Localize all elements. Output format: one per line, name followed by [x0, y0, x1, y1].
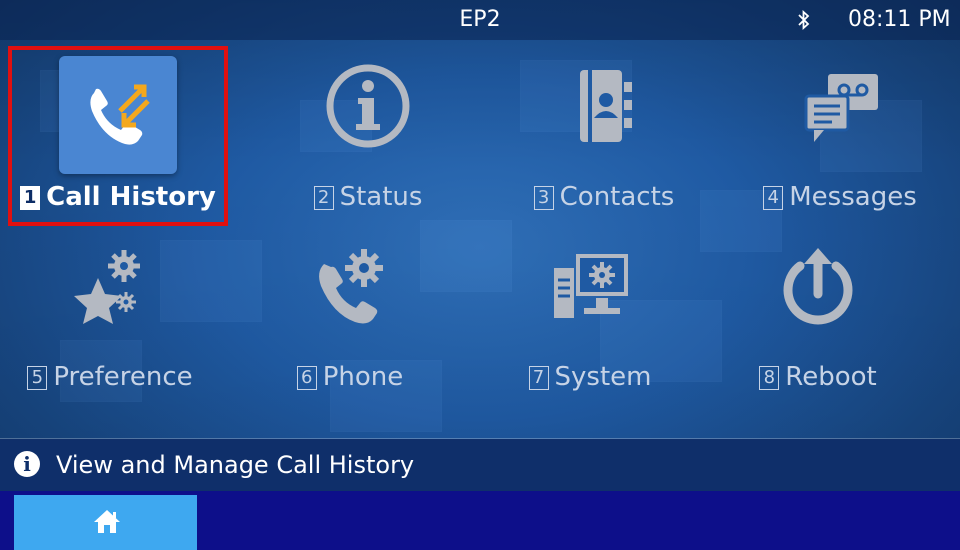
menu-item-messages[interactable]: 4 Messages [730, 46, 950, 226]
menu-label: 2 Status [258, 182, 478, 212]
menu-label: 5 Preference [0, 362, 220, 392]
menu-label: 1 Call History [8, 182, 228, 212]
menu-item-preference[interactable]: 5 Preference [0, 226, 220, 406]
menu-item-reboot[interactable]: 8 Reboot [708, 226, 928, 406]
menu-label: 4 Messages [730, 182, 950, 212]
menu-item-phone[interactable]: 6 Phone [240, 226, 460, 406]
contacts-book-icon [556, 58, 652, 154]
info-bar: View and Manage Call History [0, 439, 960, 491]
menu-label: 3 Contacts [494, 182, 714, 212]
menu-item-call-history[interactable]: 1 Call History [8, 46, 228, 226]
bottom-bar [0, 491, 960, 550]
bluetooth-icon [798, 10, 810, 30]
menu-item-system[interactable]: 7 System [480, 226, 700, 406]
menu-item-status[interactable]: 2 Status [258, 46, 478, 226]
status-bar: EP2 08:11 PM [0, 0, 960, 40]
voicemail-messages-icon [792, 58, 888, 154]
info-icon [14, 451, 40, 477]
menu-label: 6 Phone [240, 362, 460, 392]
home-tab[interactable] [14, 495, 197, 550]
phone-gear-icon [302, 238, 398, 334]
menu-label: 7 System [480, 362, 700, 392]
info-circle-icon [320, 58, 416, 154]
home-icon [94, 510, 120, 533]
power-reboot-icon [770, 238, 866, 334]
info-text: View and Manage Call History [56, 451, 415, 479]
device-name: EP2 [459, 7, 501, 32]
system-monitor-icon [542, 238, 638, 334]
menu-item-contacts[interactable]: 3 Contacts [494, 46, 714, 226]
clock: 08:11 PM [848, 7, 951, 32]
phone-screen: EP2 08:11 PM 1 Call History 2 Status 3 C… [0, 0, 960, 550]
call-history-icon [59, 56, 177, 174]
menu-label: 8 Reboot [708, 362, 928, 392]
star-gear-icon [62, 238, 158, 334]
